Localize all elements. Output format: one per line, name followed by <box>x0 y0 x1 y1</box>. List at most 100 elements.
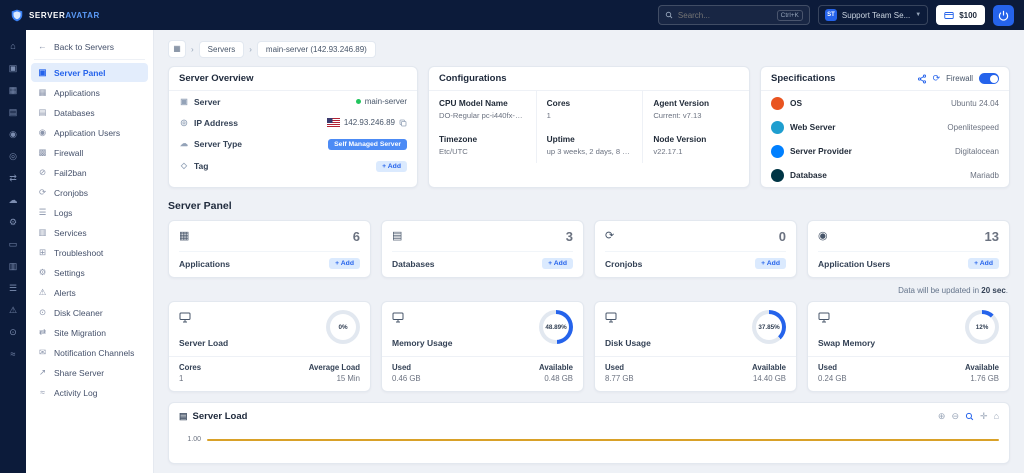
sidebar-item-applications[interactable]: Applications <box>31 83 148 102</box>
server-type-badge: Self Managed Server <box>328 139 407 150</box>
sidebar-item-cronjobs[interactable]: Cronjobs <box>31 183 148 202</box>
sidebar-item-label: Troubleshoot <box>54 248 103 258</box>
sidebar-item-label: Cronjobs <box>54 188 88 198</box>
wallet-amount: $100 <box>959 11 977 20</box>
add-application-user-button[interactable]: + Add <box>968 258 999 269</box>
server-load-gauge: 0% <box>326 310 360 344</box>
sidebar-item-application-users[interactable]: Application Users <box>31 123 148 142</box>
memory-usage-gauge: 48.89% <box>539 310 573 344</box>
rail-settings-icon[interactable] <box>9 218 17 227</box>
rail-cloud-icon[interactable] <box>9 196 18 205</box>
overview-server-row: Server main-server <box>169 91 417 112</box>
database-icon <box>37 108 48 117</box>
global-search[interactable]: Ctrl+K <box>658 5 810 25</box>
sidebar-item-label: Settings <box>54 268 85 278</box>
configurations-title: Configurations <box>429 67 749 91</box>
breadcrumb-home-button[interactable] <box>168 40 186 58</box>
sidebar-item-share-server[interactable]: Share Server <box>31 363 148 382</box>
file-text-icon <box>37 208 48 217</box>
firewall-toggle[interactable] <box>979 73 999 84</box>
rail-applications-icon[interactable] <box>9 86 18 95</box>
rail-servers-icon[interactable] <box>9 64 18 73</box>
location-pin-icon <box>179 119 189 127</box>
sidebar-item-alerts[interactable]: Alerts <box>31 283 148 302</box>
bell-icon <box>37 288 48 297</box>
account-menu[interactable]: ST Support Team Se... ▼ <box>818 5 928 25</box>
database-icon <box>392 231 402 242</box>
wallet-icon <box>944 11 954 20</box>
shield-logo-icon <box>10 8 24 23</box>
sidebar-item-activity-log[interactable]: Activity Log <box>31 383 148 402</box>
monitor-icon <box>179 312 191 323</box>
power-button[interactable] <box>993 5 1014 26</box>
sidebar-item-notification-channels[interactable]: Notification Channels <box>31 343 148 362</box>
search-icon <box>665 11 673 19</box>
megaphone-icon <box>37 348 48 357</box>
rail-alerts-icon[interactable] <box>9 306 17 315</box>
sidebar-item-services[interactable]: Services <box>31 223 148 242</box>
rail-activity-icon[interactable] <box>11 350 16 359</box>
refresh-icon[interactable] <box>933 74 941 83</box>
rail-monitoring-icon[interactable] <box>9 152 17 161</box>
avatar: ST <box>825 9 837 21</box>
sidebar-item-firewall[interactable]: Firewall <box>31 143 148 162</box>
gauge-card-server-load: Server Load 0% Cores1 Average Load15 Min <box>168 301 371 392</box>
breadcrumb-servers[interactable]: Servers <box>199 41 245 58</box>
sidebar-item-settings[interactable]: Settings <box>31 263 148 282</box>
server-name: main-server <box>365 97 407 106</box>
add-cronjob-button[interactable]: + Add <box>755 258 786 269</box>
tag-icon <box>179 162 189 170</box>
sidebar-item-troubleshoot[interactable]: Troubleshoot <box>31 243 148 262</box>
sidebar-item-disk-cleaner[interactable]: Disk Cleaner <box>31 303 148 322</box>
copy-icon[interactable] <box>399 119 407 127</box>
sidebar-item-databases[interactable]: Databases <box>31 103 148 122</box>
breadcrumb-current-server[interactable]: main-server (142.93.246.89) <box>257 41 376 58</box>
stat-card-applications: 6 Applications + Add <box>168 220 371 278</box>
chart-title: Server Load <box>193 411 248 422</box>
sliders-icon <box>37 228 48 237</box>
wallet-balance-button[interactable]: $100 <box>936 5 985 25</box>
cronjobs-count: 0 <box>779 229 786 244</box>
sidebar-item-label: Server Panel <box>54 68 106 78</box>
brand-logo[interactable]: SERVERAVATAR <box>10 8 100 23</box>
rail-disk-icon[interactable] <box>9 328 17 337</box>
brand-text: SERVERAVATAR <box>29 11 100 20</box>
rail-dns-icon[interactable] <box>9 174 17 183</box>
chart-plot-area: 1.00 <box>179 436 999 443</box>
share-icon[interactable] <box>917 74 927 84</box>
config-timezone: Timezone Etc/UTC <box>429 127 536 163</box>
sidebar-item-label: Applications <box>54 88 100 98</box>
rail-databases-icon[interactable] <box>9 108 18 117</box>
add-application-button[interactable]: + Add <box>329 258 360 269</box>
main-content: › Servers › main-server (142.93.246.89) … <box>154 30 1024 473</box>
sidebar-item-logs[interactable]: Logs <box>31 203 148 222</box>
rail-teams-icon[interactable] <box>9 130 17 139</box>
breadcrumb: › Servers › main-server (142.93.246.89) <box>168 40 1010 58</box>
rail-billing-icon[interactable] <box>9 240 18 249</box>
add-tag-button[interactable]: + Add <box>376 161 407 172</box>
search-input[interactable] <box>678 11 772 20</box>
sidebar-item-back-to-servers[interactable]: Back to Servers <box>31 37 148 56</box>
sidebar-item-label: Application Users <box>54 128 120 138</box>
stat-card-cronjobs: 0 Cronjobs + Add <box>594 220 797 278</box>
sidebar-item-site-migration[interactable]: Site Migration <box>31 323 148 342</box>
zoom-out-icon[interactable] <box>951 412 959 421</box>
overview-tag-row: Tag + Add <box>169 155 417 177</box>
swap-memory-gauge: 12% <box>965 310 999 344</box>
rail-logs-icon[interactable] <box>9 284 17 293</box>
chart-toolbar <box>938 412 999 421</box>
sidebar-item-fail2ban[interactable]: Fail2ban <box>31 163 148 182</box>
pan-icon[interactable] <box>980 412 988 421</box>
users-icon <box>818 231 828 242</box>
zoom-select-icon[interactable] <box>965 412 974 421</box>
disk-usage-gauge: 37.85% <box>752 310 786 344</box>
rail-home-icon[interactable] <box>10 42 15 51</box>
status-dot <box>356 99 361 104</box>
overview-type-row: Server Type Self Managed Server <box>169 133 417 155</box>
add-database-button[interactable]: + Add <box>542 258 573 269</box>
migration-icon <box>37 328 48 337</box>
rail-reports-icon[interactable] <box>9 262 18 271</box>
zoom-in-icon[interactable] <box>938 412 946 421</box>
reset-home-icon[interactable] <box>994 412 999 421</box>
sidebar-item-server-panel[interactable]: Server Panel <box>31 63 148 82</box>
